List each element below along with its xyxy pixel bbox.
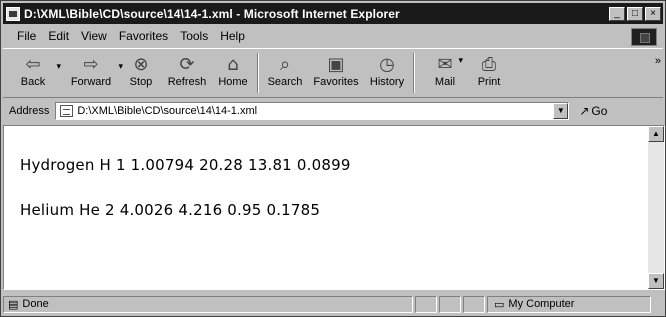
window-title: D:\XML\Bible\CD\source\14\14-1.xml - Mic… xyxy=(24,6,400,21)
menu-edit[interactable]: Edit xyxy=(48,29,69,43)
window-controls: _ □ × xyxy=(609,6,661,21)
zone-text: My Computer xyxy=(508,298,575,310)
forward-arrow-icon: ⇨ xyxy=(83,53,99,75)
go-button[interactable]: ↗ Go xyxy=(579,104,607,118)
content-line-hydrogen: Hydrogen H 1 1.00794 20.28 13.81 0.0899 xyxy=(20,156,351,174)
standard-toolbar: ⇦ Back ▾ ⇨ Forward ▾ ⊗ Stop ⟳ Refresh ⌂ … xyxy=(3,48,663,98)
history-label: History xyxy=(369,76,405,88)
go-label: Go xyxy=(591,104,608,118)
menu-tools[interactable]: Tools xyxy=(180,29,208,43)
menu-favorites[interactable]: Favorites xyxy=(119,29,168,43)
content-line-helium: Helium He 2 4.0026 4.216 0.95 0.1785 xyxy=(20,201,321,219)
home-label: Home xyxy=(218,76,248,88)
search-icon: ⌕ xyxy=(279,53,291,75)
search-label: Search xyxy=(267,76,303,88)
forward-button[interactable]: ⇨ Forward ▾ xyxy=(65,49,123,89)
favorites-label: Favorites xyxy=(313,76,359,88)
forward-label: Forward xyxy=(70,76,112,88)
scroll-down-button[interactable]: ▼ xyxy=(648,273,664,289)
address-input[interactable]: D:\XML\Bible\CD\source\14\14-1.xml ▼ xyxy=(55,102,570,120)
favorites-button[interactable]: ▣ Favorites xyxy=(309,49,363,89)
stop-icon: ⊗ xyxy=(133,53,149,75)
home-icon: ⌂ xyxy=(227,53,239,75)
toolbar-separator xyxy=(257,53,259,93)
maximize-button[interactable]: □ xyxy=(627,6,643,21)
title-bar: D:\XML\Bible\CD\source\14\14-1.xml - Mic… xyxy=(3,3,663,24)
mail-dropdown-icon[interactable]: ▾ xyxy=(458,55,463,66)
status-panel xyxy=(463,295,485,313)
back-label: Back xyxy=(20,76,46,88)
print-icon: ⎙ xyxy=(481,53,497,75)
menu-file[interactable]: File xyxy=(17,29,36,43)
vertical-scrollbar[interactable]: ▲ ▼ xyxy=(648,126,664,289)
refresh-label: Refresh xyxy=(167,76,207,88)
close-button[interactable]: × xyxy=(645,6,661,21)
print-label: Print xyxy=(477,76,501,88)
menu-help[interactable]: Help xyxy=(220,29,245,43)
my-computer-icon: ▭ xyxy=(494,297,505,311)
stop-button[interactable]: ⊗ Stop xyxy=(121,49,161,89)
page-icon xyxy=(60,105,74,117)
status-panel xyxy=(415,295,437,313)
address-value[interactable]: D:\XML\Bible\CD\source\14\14-1.xml xyxy=(77,105,257,117)
history-button[interactable]: ◷ History xyxy=(365,49,409,89)
toolbar-separator xyxy=(413,53,415,93)
scroll-up-button[interactable]: ▲ xyxy=(648,126,664,142)
refresh-button[interactable]: ⟳ Refresh xyxy=(165,49,209,89)
menu-view[interactable]: View xyxy=(81,29,107,43)
back-arrow-icon: ⇦ xyxy=(25,53,41,75)
stop-label: Stop xyxy=(129,76,153,88)
address-bar: Address D:\XML\Bible\CD\source\14\14-1.x… xyxy=(3,100,663,122)
browser-window: D:\XML\Bible\CD\source\14\14-1.xml - Mic… xyxy=(0,0,666,317)
ie-app-icon[interactable] xyxy=(6,6,20,21)
status-text: Done xyxy=(22,298,49,310)
address-dropdown-button[interactable]: ▼ xyxy=(553,103,569,119)
security-zone-panel: ▭ My Computer xyxy=(487,295,651,313)
print-button[interactable]: ⎙ Print xyxy=(469,49,509,89)
windows-logo-icon xyxy=(631,28,657,46)
home-button[interactable]: ⌂ Home xyxy=(213,49,253,89)
history-icon: ◷ xyxy=(379,53,395,75)
mail-icon: ✉ xyxy=(437,53,453,75)
status-panel xyxy=(439,295,461,313)
minimize-button[interactable]: _ xyxy=(609,6,625,21)
refresh-icon: ⟳ xyxy=(179,53,195,75)
status-main-panel: ▤ Done xyxy=(3,295,413,313)
status-bar: ▤ Done ▭ My Computer xyxy=(3,294,663,314)
back-dropdown-icon[interactable]: ▾ xyxy=(56,61,61,72)
toolbar-more-chevron[interactable]: » xyxy=(655,55,661,67)
page-done-icon: ▤ xyxy=(8,297,19,311)
address-label: Address xyxy=(9,105,50,117)
menu-bar: File Edit View Favorites Tools Help xyxy=(3,26,663,46)
go-arrow-icon: ↗ xyxy=(579,104,590,118)
favorites-icon: ▣ xyxy=(327,53,345,75)
mail-label: Mail xyxy=(434,76,456,88)
back-button[interactable]: ⇦ Back ▾ xyxy=(11,49,61,89)
search-button[interactable]: ⌕ Search xyxy=(263,49,307,89)
page-content: Hydrogen H 1 1.00794 20.28 13.81 0.0899 … xyxy=(3,125,665,290)
mail-button[interactable]: ✉ Mail ▾ xyxy=(423,49,467,89)
